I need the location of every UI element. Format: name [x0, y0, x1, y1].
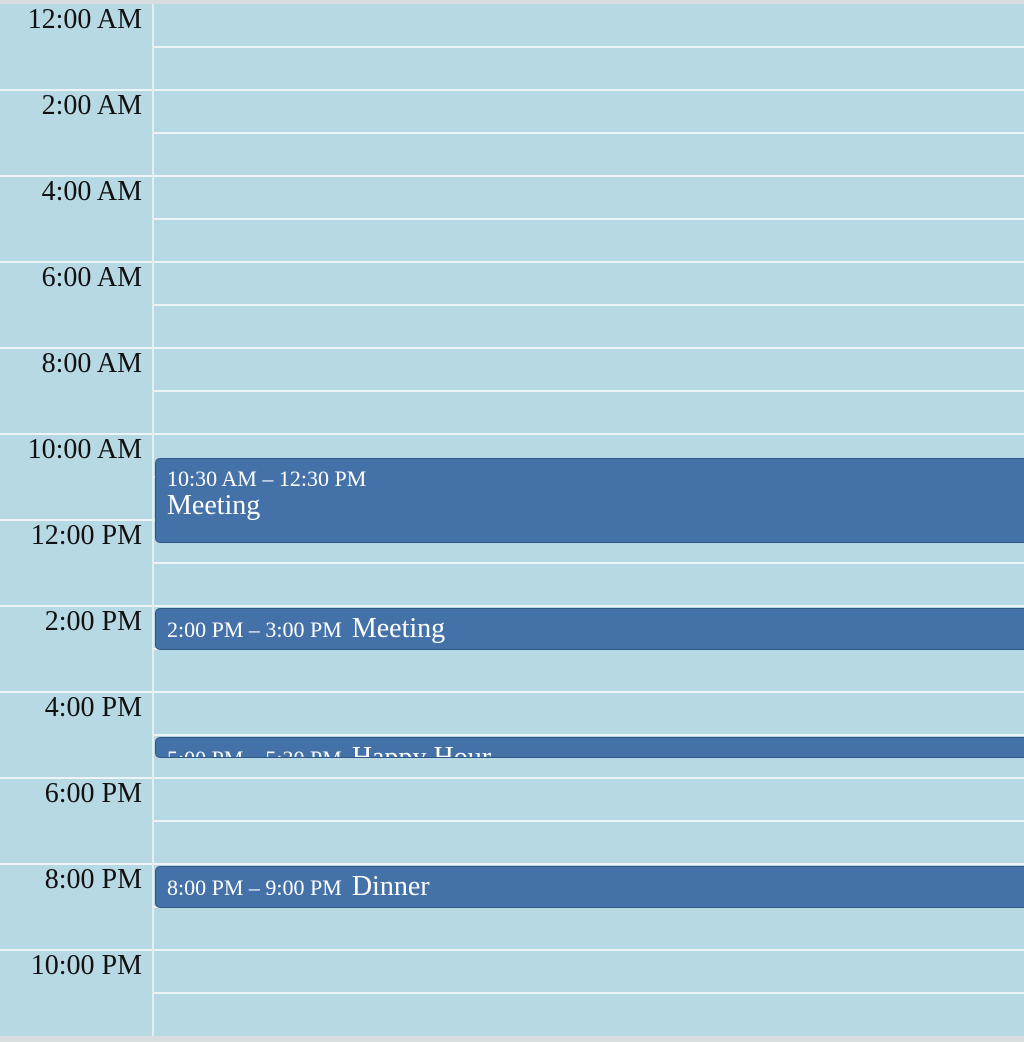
event-happy-hour[interactable]: 5:00 PM – 5:30 PM Happy Hour	[155, 737, 1024, 758]
time-label-4am: 4:00 AM	[41, 176, 142, 207]
event-title: Meeting	[351, 613, 446, 644]
axis-gridline	[0, 605, 152, 607]
time-label-2am: 2:00 AM	[41, 90, 142, 121]
axis-gridline	[0, 691, 152, 693]
time-label-10pm: 10:00 PM	[30, 950, 142, 981]
event-time: 5:00 PM – 5:30 PM	[167, 747, 342, 757]
event-time: 10:30 AM – 12:30 PM	[167, 465, 367, 491]
time-label-2pm: 2:00 PM	[44, 606, 142, 637]
time-label-12am: 12:00 AM	[27, 4, 142, 35]
events-layer: 10:30 AM – 12:30 PM Meeting 2:00 PM – 3:…	[154, 4, 1024, 1036]
axis-gridline	[0, 519, 152, 521]
event-title: Meeting	[167, 489, 261, 521]
event-meeting-morning[interactable]: 10:30 AM – 12:30 PM Meeting	[155, 457, 1024, 543]
event-title: Happy Hour	[351, 742, 492, 758]
axis-gridline	[0, 261, 152, 263]
day-view-calendar: 12:00 AM 2:00 AM 4:00 AM 6:00 AM 8:00 AM…	[0, 4, 1024, 1036]
axis-gridline	[0, 89, 152, 91]
time-axis: 12:00 AM 2:00 AM 4:00 AM 6:00 AM 8:00 AM…	[0, 4, 152, 1036]
axis-gridline	[0, 433, 152, 435]
time-label-8am: 8:00 AM	[41, 348, 142, 379]
event-meeting-afternoon[interactable]: 2:00 PM – 3:00 PM Meeting	[155, 608, 1024, 650]
axis-gridline	[0, 347, 152, 349]
axis-gridline	[0, 949, 152, 951]
time-label-4pm: 4:00 PM	[44, 692, 142, 723]
time-label-8pm: 8:00 PM	[44, 864, 142, 895]
time-label-6pm: 6:00 PM	[44, 778, 142, 809]
axis-gridline	[0, 175, 152, 177]
event-time: 8:00 PM – 9:00 PM	[167, 875, 342, 900]
event-title: Dinner	[351, 871, 430, 902]
event-time: 2:00 PM – 3:00 PM	[167, 617, 342, 642]
time-label-10am: 10:00 AM	[27, 434, 142, 465]
time-label-6am: 6:00 AM	[41, 262, 142, 293]
axis-gridline	[0, 777, 152, 779]
axis-gridline	[0, 863, 152, 865]
time-label-12pm: 12:00 PM	[30, 520, 142, 551]
event-dinner[interactable]: 8:00 PM – 9:00 PM Dinner	[155, 866, 1024, 908]
